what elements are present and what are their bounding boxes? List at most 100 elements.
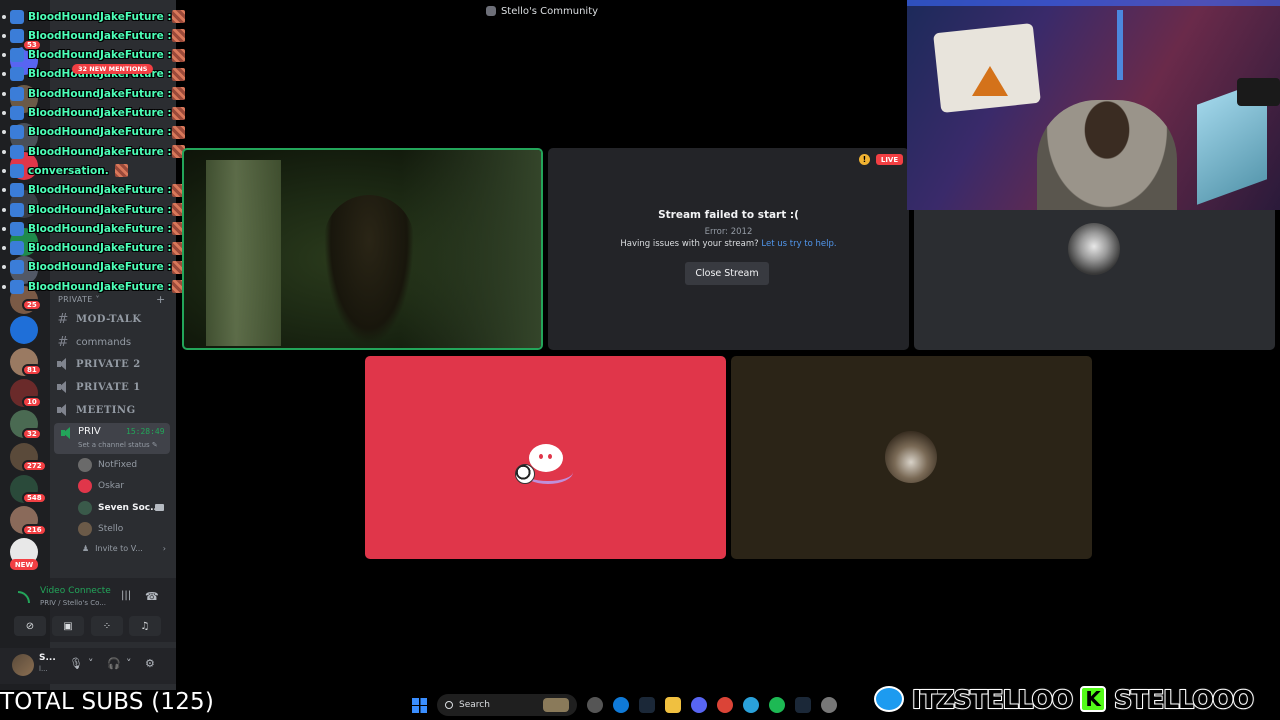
kick-icon: K <box>1080 686 1107 712</box>
bullet-icon <box>2 91 6 96</box>
channel-private-1[interactable]: PRIVATE 1 <box>56 377 170 397</box>
voice-status-title[interactable]: Video Connecte <box>40 586 112 596</box>
channel-commands[interactable]: # commands <box>56 332 170 352</box>
twitter-icon <box>874 686 904 712</box>
video-tile-avatar[interactable] <box>914 210 1275 350</box>
chat-line: BloodHoundJakeFuture : <box>0 200 185 219</box>
emote-icon <box>171 48 185 62</box>
channel-meeting[interactable]: MEETING <box>56 400 170 420</box>
emote-icon <box>114 164 128 178</box>
user-name: S... <box>39 653 56 663</box>
chrome-icon[interactable] <box>717 697 733 713</box>
video-tile-camera[interactable] <box>182 148 543 350</box>
twitter-handle: ITZSTELLOO <box>911 684 1074 715</box>
bullet-icon <box>2 188 6 193</box>
chat-platform-icon <box>10 86 24 101</box>
close-stream-button[interactable]: Close Stream <box>685 262 769 285</box>
avatar[interactable] <box>12 654 34 676</box>
chat-platform-icon <box>10 28 24 43</box>
emote-icon <box>171 125 185 139</box>
video-tile-default-avatar[interactable] <box>365 356 726 559</box>
channel-private-2[interactable]: PRIVATE 2 <box>56 354 170 374</box>
invite-to-voice[interactable]: ♟ Invite to V... › <box>82 544 166 553</box>
avatar <box>78 501 92 515</box>
camera-off-button[interactable]: ⊘ <box>14 616 46 636</box>
chat-username: BloodHoundJakeFuture : <box>28 107 172 119</box>
video-tile-stream-failed[interactable]: ! LIVE Stream failed to start :( Error: … <box>548 148 909 350</box>
chat-platform-icon <box>10 183 24 198</box>
stream-help-link[interactable]: Let us try to help. <box>761 239 836 249</box>
disconnect-icon[interactable]: ☎ <box>145 590 159 603</box>
bullet-icon <box>2 207 6 212</box>
folder-icon[interactable] <box>665 697 681 713</box>
server-icon <box>485 6 496 16</box>
unread-badge: 10 <box>22 396 42 408</box>
new-badge: NEW <box>10 559 38 570</box>
person-add-icon: ♟ <box>82 544 90 553</box>
windows-start-icon[interactable] <box>412 697 427 713</box>
stream-help-text: Having issues with your stream? <box>620 239 759 249</box>
taskbar-search[interactable]: Search <box>437 694 577 716</box>
settings-icon[interactable]: ⚙ <box>145 657 155 670</box>
discord-icon[interactable] <box>691 697 707 713</box>
voice-user[interactable]: Oskar <box>78 477 170 495</box>
voice-user[interactable]: Stello <box>78 520 170 538</box>
telegram-icon[interactable] <box>743 697 759 713</box>
search-label: Search <box>459 700 490 710</box>
chat-line: BloodHoundJakeFuture : <box>0 181 185 200</box>
chat-line: BloodHoundJakeFuture : <box>0 123 185 142</box>
avatar <box>78 458 92 472</box>
wall-sign <box>972 66 1008 96</box>
server-icon[interactable] <box>10 316 38 344</box>
mentions-banner[interactable]: 32 NEW MENTIONS <box>72 64 154 74</box>
chat-username: BloodHoundJakeFuture : <box>28 29 172 42</box>
activities-icon: ⁘ <box>102 620 112 632</box>
lamp <box>1237 78 1280 106</box>
unread-badge: 216 <box>22 524 47 536</box>
led-strip <box>907 0 1280 6</box>
kick-handle: STELLOOO <box>1113 684 1255 715</box>
search-icon <box>445 701 453 709</box>
bullet-icon <box>2 168 6 173</box>
chevron-down-icon[interactable]: ˅ <box>88 657 94 670</box>
category-header[interactable]: PRIVATE ˅ <box>58 295 100 304</box>
edge-icon[interactable] <box>613 697 629 713</box>
chat-platform-icon <box>10 48 24 63</box>
steam-icon[interactable] <box>639 697 655 713</box>
chat-line: BloodHoundJakeFuture : <box>0 7 185 26</box>
chat-platform-icon <box>10 125 24 140</box>
live-badge: LIVE <box>876 154 903 165</box>
steam-icon[interactable] <box>795 697 811 713</box>
app-icon[interactable] <box>587 697 603 713</box>
set-channel-status[interactable]: Set a channel status ✎ <box>78 441 158 449</box>
headphones-icon[interactable]: 🎧 <box>107 657 121 670</box>
chat-line: BloodHoundJakeFuture : <box>0 26 185 45</box>
led-strip <box>1117 10 1123 80</box>
chat-platform-icon <box>10 9 24 24</box>
settings-icon[interactable] <box>821 697 837 713</box>
noise-suppression-icon[interactable]: ||| <box>121 590 131 601</box>
chat-platform-icon <box>10 241 24 256</box>
channel-mod-talk[interactable]: # MOD-TALK <box>56 309 170 329</box>
camera-off-icon: ⊘ <box>25 620 35 632</box>
voice-user[interactable]: NotFixed <box>78 456 170 474</box>
chat-line: BloodHoundJakeFuture : <box>0 239 185 258</box>
channel-label: MEETING <box>76 404 136 416</box>
microphone-icon[interactable]: 🎙 <box>69 657 83 670</box>
soundboard-button[interactable]: ♫ <box>129 616 161 636</box>
voice-status-subtitle[interactable]: PRIV / Stello's Co... <box>40 599 108 607</box>
bullet-icon <box>2 265 6 270</box>
chevron-down-icon[interactable]: ˅ <box>126 657 132 670</box>
screen-share-button[interactable]: ▣ <box>52 616 84 636</box>
unread-badge: 32 <box>22 428 42 440</box>
video-tile-avatar[interactable] <box>731 356 1092 559</box>
avatar <box>78 479 92 493</box>
channel-label: PRIV <box>78 426 101 437</box>
activities-button[interactable]: ⁘ <box>91 616 123 636</box>
bullet-icon <box>2 226 6 231</box>
chat-platform-icon <box>10 202 24 217</box>
unread-badge: 272 <box>22 460 47 472</box>
spotify-icon[interactable] <box>769 697 785 713</box>
chat-message-text: conversation. <box>28 164 109 177</box>
channel-status-prompt: Set a channel status <box>78 441 150 449</box>
